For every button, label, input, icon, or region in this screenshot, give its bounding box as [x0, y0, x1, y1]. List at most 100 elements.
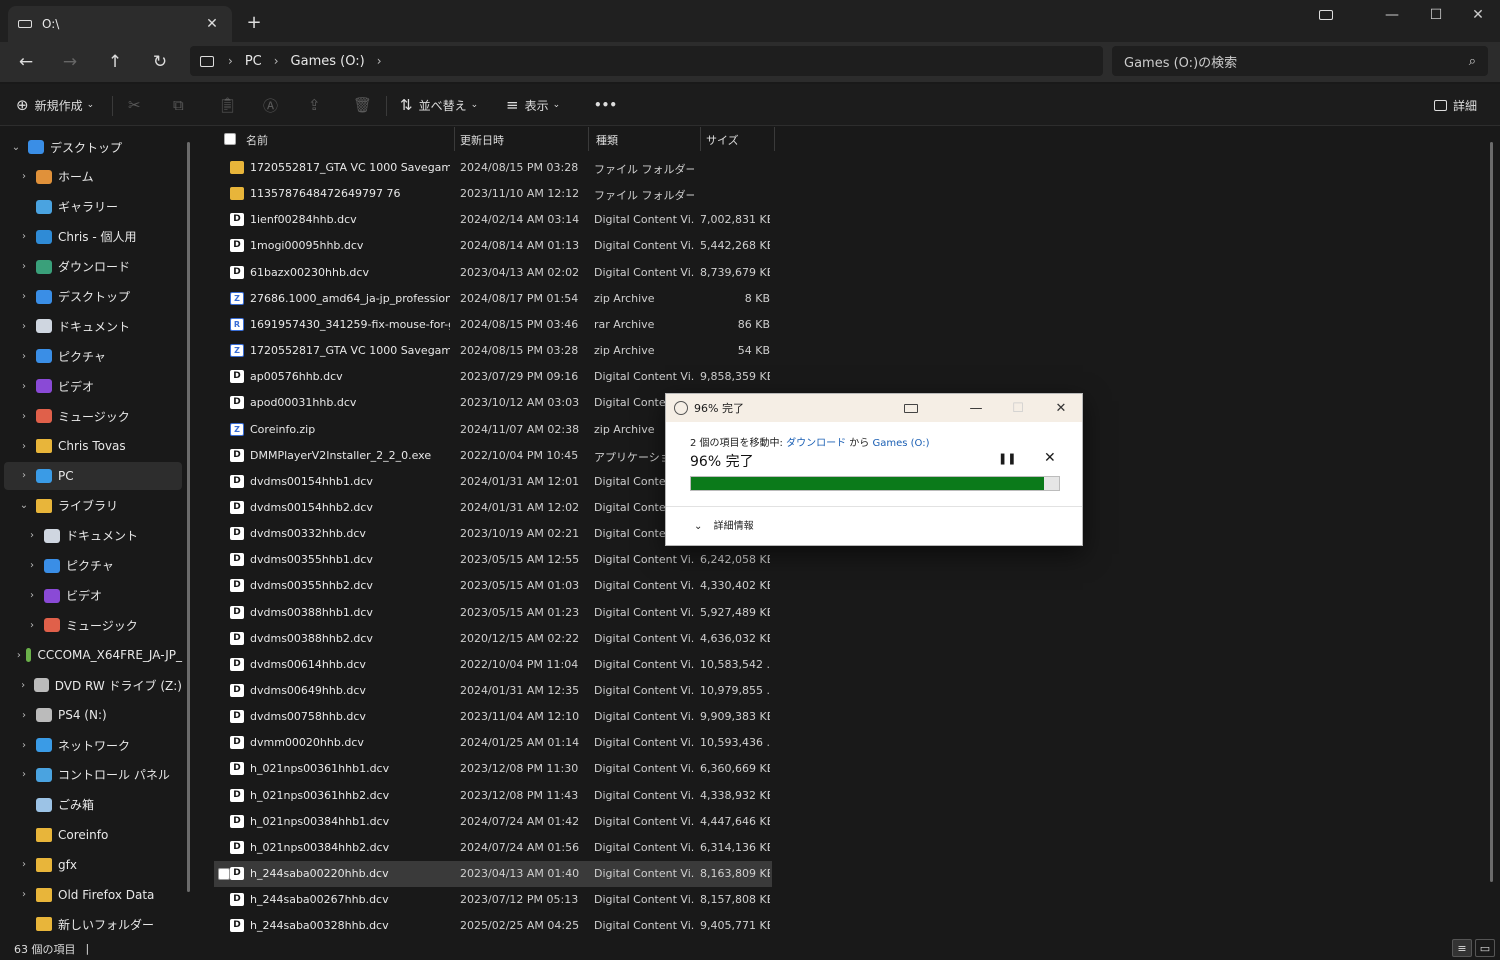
sidebar-item[interactable]: › デスクトップ	[4, 283, 182, 311]
file-row[interactable]: 1135787648472649797 76 2023/11/10 AM 12:1…	[214, 181, 772, 207]
copy-button[interactable]: ⧉	[173, 92, 190, 118]
close-tab-icon[interactable]: ✕	[202, 16, 222, 32]
sidebar-item[interactable]: › Chris - 個人用	[4, 223, 182, 251]
sidebar-item[interactable]: › DVD RW ドライブ (Z:)	[4, 671, 182, 699]
expand-chevron-icon[interactable]: ›	[24, 590, 40, 601]
select-all-checkbox[interactable]	[224, 133, 236, 145]
file-row[interactable]: R 1691957430_341259-fix-mouse-for-gta... 2…	[214, 312, 772, 338]
expand-chevron-icon[interactable]: ›	[16, 859, 32, 870]
file-row[interactable]: Dh_021nps00384hhb1.dcv 2024/07/24 AM 01:4…	[214, 809, 772, 835]
file-row[interactable]: Dh_021nps00361hhb1.dcv 2023/12/08 PM 11:3…	[214, 756, 772, 782]
sidebar-item[interactable]: › gfx	[4, 851, 182, 879]
sidebar-item[interactable]: › ドキュメント	[4, 522, 182, 550]
back-button[interactable]: ←	[10, 48, 42, 76]
file-row[interactable]: Ddvdms00388hhb2.dcv 2020/12/15 AM 02:22 Di…	[214, 626, 772, 652]
delete-button[interactable]: 🗑︎	[353, 92, 378, 118]
minimize-button[interactable]: —	[1370, 0, 1414, 30]
destination-link[interactable]: Games (O:)	[872, 438, 929, 449]
expand-chevron-icon[interactable]: ›	[16, 171, 32, 182]
expand-chevron-icon[interactable]: ⌄	[8, 142, 24, 153]
sidebar-item[interactable]: › PC	[4, 461, 182, 490]
details-pane-button[interactable]: 詳細	[1434, 92, 1477, 118]
breadcrumb-pc[interactable]: PC	[245, 54, 262, 69]
sidebar-item[interactable]: › ピクチャ	[4, 552, 182, 580]
expand-chevron-icon[interactable]: ›	[16, 740, 32, 751]
view-button[interactable]: ≡ 表示 ⌄	[506, 92, 560, 118]
refresh-button[interactable]: ↻	[144, 48, 176, 76]
sidebar-item[interactable]: › CCCOMA_X64FRE_JA-JP_	[4, 641, 182, 669]
sidebar-item[interactable]: › ネットワーク	[4, 731, 182, 759]
cut-button[interactable]: ✂	[128, 92, 147, 118]
sidebar-item[interactable]: › ビデオ	[4, 582, 182, 610]
row-checkbox[interactable]	[218, 868, 230, 881]
sidebar-item[interactable]: › PS4 (N:)	[4, 701, 182, 729]
sidebar-item[interactable]: › ダウンロード	[4, 253, 182, 281]
expand-chevron-icon[interactable]: ›	[16, 441, 32, 452]
column-size[interactable]: サイズ	[706, 132, 739, 148]
column-date[interactable]: 更新日時	[460, 132, 504, 148]
sort-button[interactable]: ⇅ 並べ替え ⌄	[400, 92, 478, 118]
file-row[interactable]: 1720552817_GTA VC 1000 Savegame 2024/08/1…	[214, 155, 772, 181]
file-row[interactable]: D 1mogi00095hhb.dcv 2024/08/14 AM 01:13 Dig…	[214, 233, 772, 259]
expand-chevron-icon[interactable]: ›	[16, 291, 32, 302]
sidebar-item[interactable]: › Old Firefox Data	[4, 881, 182, 909]
tab-drive-o[interactable]: O:\ ✕	[8, 6, 232, 42]
maximize-button[interactable]: ☐	[1414, 0, 1458, 30]
sidebar-item[interactable]: › ミュージック	[4, 402, 182, 430]
sidebar-item[interactable]: ⌄ ライブラリ	[4, 492, 182, 520]
expand-chevron-icon[interactable]: ›	[16, 381, 32, 392]
expand-chevron-icon[interactable]: ›	[16, 351, 32, 362]
expand-chevron-icon[interactable]: ›	[16, 710, 32, 721]
expand-chevron-icon[interactable]: ›	[16, 769, 32, 780]
column-type[interactable]: 種類	[596, 132, 618, 148]
file-row[interactable]: Dap00576hhb.dcv 2023/07/29 PM 09:16 Digita…	[214, 364, 772, 390]
file-list-scrollbar[interactable]	[1490, 142, 1493, 882]
source-link[interactable]: ダウンロード	[786, 438, 846, 449]
large-icons-view-button[interactable]: ▭	[1475, 939, 1495, 957]
search-box[interactable]: Games (O:)の検索 ⌕	[1112, 46, 1488, 76]
file-row[interactable]: D 1ienf00284hhb.dcv 2024/02/14 AM 03:14 Dig…	[214, 207, 772, 233]
new-button[interactable]: ⊕ 新規作成 ⌄	[16, 92, 94, 118]
details-view-button[interactable]: ≡	[1452, 939, 1472, 957]
file-row[interactable]: Ddvdms00355hhb1.dcv 2023/05/15 AM 12:55 Di…	[214, 547, 772, 573]
expand-chevron-icon[interactable]: ›	[24, 560, 40, 571]
sidebar-scrollbar[interactable]	[187, 142, 190, 892]
expand-chevron-icon[interactable]: ›	[16, 650, 22, 661]
dialog-close-button[interactable]: ✕	[1041, 394, 1081, 422]
expand-chevron-icon[interactable]: ›	[16, 889, 32, 900]
file-row[interactable]: D 61bazx00230hhb.dcv 2023/04/13 AM 02:02 Di…	[214, 260, 772, 286]
sidebar-item[interactable]: › ビデオ	[4, 372, 182, 400]
sidebar-item[interactable]: › Chris Tovas	[4, 432, 182, 460]
cancel-icon[interactable]: ✕	[1044, 450, 1056, 466]
new-tab-button[interactable]: +	[244, 12, 264, 33]
expand-chevron-icon[interactable]: ⌄	[16, 500, 32, 511]
sidebar-item[interactable]: ごみ箱	[4, 791, 182, 819]
sidebar-item[interactable]: 新しいフォルダー	[4, 910, 182, 937]
expand-chevron-icon[interactable]: ›	[24, 530, 40, 541]
more-details-toggle[interactable]: ⌄ 詳細情報	[694, 517, 754, 532]
sidebar-item[interactable]: ギャラリー	[4, 193, 182, 221]
forward-button[interactable]: →	[54, 48, 86, 76]
snap-icon[interactable]	[1304, 0, 1348, 30]
column-name[interactable]: 名前	[246, 132, 268, 148]
sidebar-item[interactable]: › ピクチャ	[4, 342, 182, 370]
file-row[interactable]: Dh_021nps00361hhb2.dcv 2023/12/08 PM 11:4…	[214, 783, 772, 809]
expand-chevron-icon[interactable]: ›	[16, 470, 32, 481]
file-row[interactable]: Ddvdms00649hhb.dcv 2024/01/31 AM 12:35 Dig…	[214, 678, 772, 704]
up-button[interactable]: ↑	[99, 48, 131, 76]
paste-button[interactable]: 📋︎	[218, 92, 243, 118]
file-row[interactable]: Dh_021nps00384hhb2.dcv 2024/07/24 AM 01:5…	[214, 835, 772, 861]
expand-chevron-icon[interactable]: ›	[16, 261, 32, 272]
file-row[interactable]: Ddvmm00020hhb.dcv 2024/01/25 AM 01:14 Digi…	[214, 730, 772, 756]
file-row[interactable]: Dh_244saba00220hhb.dcv 2023/04/13 AM 01:4…	[214, 861, 772, 888]
expand-chevron-icon[interactable]: ›	[16, 321, 32, 332]
sidebar-item[interactable]: › ホーム	[4, 163, 182, 191]
file-row[interactable]: Z 1720552817_GTA VC 1000 Savegame.zip 2024…	[214, 338, 772, 364]
sidebar-item[interactable]: ⌄ デスクトップ	[4, 133, 182, 161]
dialog-maximize-button[interactable]: ☐	[998, 394, 1038, 422]
file-row[interactable]: Ddvdms00388hhb1.dcv 2023/05/15 AM 01:23 Di…	[214, 600, 772, 626]
pause-icon[interactable]: ❚❚	[998, 452, 1016, 465]
expand-chevron-icon[interactable]: ›	[16, 411, 32, 422]
dialog-minimize-button[interactable]: —	[956, 394, 996, 422]
more-options-button[interactable]: •••	[594, 92, 617, 118]
